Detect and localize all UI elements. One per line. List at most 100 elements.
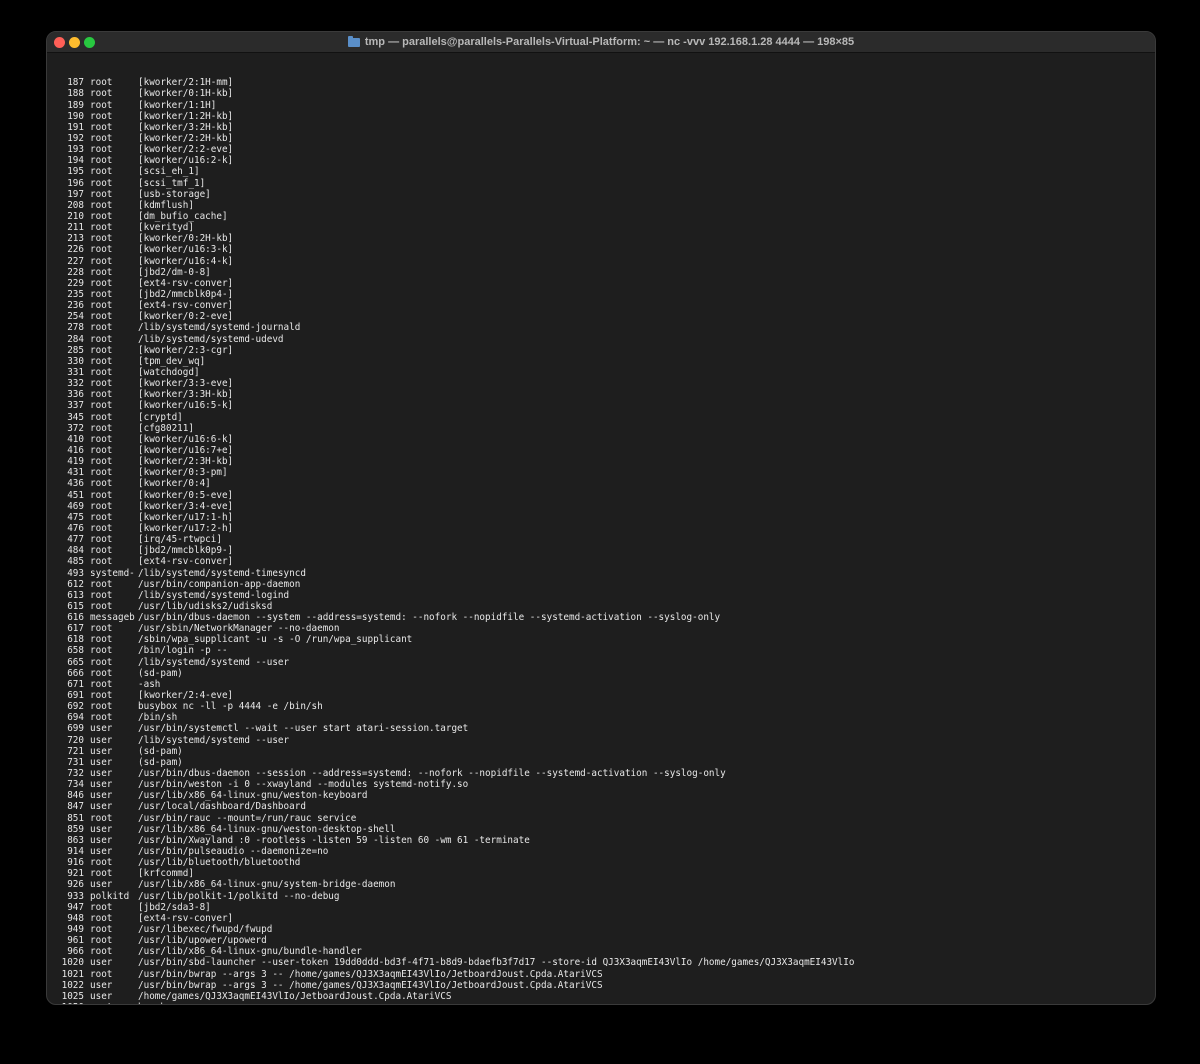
process-user: root xyxy=(90,634,113,646)
process-row: 431 root [kworker/0:3-pm] xyxy=(56,467,1147,478)
process-row: 484 root [jbd2/mmcblk0p9-] xyxy=(56,545,1147,556)
process-pid: 914 xyxy=(67,846,84,858)
process-command: /usr/lib/x86_64-linux-gnu/system-bridge-… xyxy=(138,879,396,891)
process-user: root xyxy=(90,678,113,690)
process-row: 476 root [kworker/u17:2-h] xyxy=(56,523,1147,534)
process-pid: 188 xyxy=(67,88,84,100)
process-user: root xyxy=(90,333,113,345)
process-row: 665 root/lib/systemd/systemd --user xyxy=(56,657,1147,668)
process-command: [kworker/2:3H-kb] xyxy=(138,456,234,468)
process-command: (sd-pam) xyxy=(138,745,183,757)
process-command: [ext4-rsv-conver] xyxy=(138,912,234,924)
process-command: [kworker/0:2H-kb] xyxy=(138,233,234,245)
process-user: user xyxy=(90,823,113,835)
process-pid: 254 xyxy=(67,311,84,323)
process-pid: 948 xyxy=(67,912,84,924)
process-user: user xyxy=(90,723,113,735)
process-command: [jbd2/mmcblk0p9-] xyxy=(138,545,234,557)
process-row: 961 root/usr/lib/upower/upowerd xyxy=(56,935,1147,946)
process-user: systemd- xyxy=(90,567,135,579)
process-command: /usr/lib/x86_64-linux-gnu/weston-keyboar… xyxy=(138,790,368,802)
process-command: (sd-pam) xyxy=(138,667,183,679)
process-user: root xyxy=(90,255,113,267)
process-row: 916 root/usr/lib/bluetooth/bluetoothd xyxy=(56,857,1147,868)
process-row: 419 root [kworker/2:3H-kb] xyxy=(56,456,1147,467)
process-row: 1020 user/usr/bin/sbd-launcher --user-tok… xyxy=(56,957,1147,968)
process-pid: 493 xyxy=(67,567,84,579)
process-command: [ext4-rsv-conver] xyxy=(138,277,234,289)
process-command: [kworker/0:1H-kb] xyxy=(138,88,234,100)
process-row: 1050rootbusybox ps xyxy=(56,1002,1147,1004)
process-row: 694 root/bin/sh xyxy=(56,712,1147,723)
title-bar[interactable]: tmp — parallels@parallels-Parallels-Virt… xyxy=(47,32,1155,53)
process-row: 732 user/usr/bin/dbus-daemon --session --… xyxy=(56,768,1147,779)
process-user: root xyxy=(90,701,113,713)
process-row: 926 user/usr/lib/x86_64-linux-gnu/system-… xyxy=(56,879,1147,890)
process-pid: 285 xyxy=(67,344,84,356)
process-user: user xyxy=(90,756,113,768)
process-command: /usr/bin/Xwayland :0 -rootless -listen 5… xyxy=(138,834,530,846)
process-pid: 671 xyxy=(67,678,84,690)
process-user: root xyxy=(90,545,113,557)
process-row: 612 root/usr/bin/companion-app-daemon xyxy=(56,579,1147,590)
terminal-output[interactable]: 187 root [kworker/2:1H-mm] 188 root [kworker/… xyxy=(56,55,1147,1004)
process-user: user xyxy=(90,846,113,858)
process-row: 188 root [kworker/0:1H-kb] xyxy=(56,88,1147,99)
process-row: 254 root [kworker/0:2-eve] xyxy=(56,311,1147,322)
process-row: 477 root [irq/45-rtwpci] xyxy=(56,534,1147,545)
process-command: busybox ps xyxy=(138,1002,194,1004)
process-command: [kworker/0:2-eve] xyxy=(138,311,234,323)
process-pid: 372 xyxy=(67,422,84,434)
process-row: 372 root [cfg80211] xyxy=(56,423,1147,434)
process-user: root xyxy=(90,288,113,300)
process-user: user xyxy=(90,879,113,891)
process-command: /bin/login -p -- xyxy=(138,645,228,657)
process-pid: 226 xyxy=(67,244,84,256)
process-row: 235 root [jbd2/mmcblk0p4-] xyxy=(56,289,1147,300)
process-command: /usr/bin/dbus-daemon --system --address=… xyxy=(138,612,721,624)
process-pid: 734 xyxy=(67,779,84,791)
process-user: root xyxy=(90,121,113,133)
process-pid: 692 xyxy=(67,701,84,713)
process-row: 859 user/usr/lib/x86_64-linux-gnu/weston-… xyxy=(56,824,1147,835)
process-user: root xyxy=(90,667,113,679)
process-row: 658 root/bin/login -p -- xyxy=(56,645,1147,656)
process-command: [kworker/3:2H-kb] xyxy=(138,121,234,133)
process-user: root xyxy=(90,968,113,980)
process-row: 1021 root/usr/bin/bwrap --args 3 -- /home… xyxy=(56,969,1147,980)
process-command: [kworker/u16:3-k] xyxy=(138,244,234,256)
process-command: [kworker/2:2H-kb] xyxy=(138,133,234,145)
process-command: /usr/bin/bwrap --args 3 -- /home/games/Q… xyxy=(138,979,603,991)
process-user: user xyxy=(90,834,113,846)
title-container: tmp — parallels@parallels-Parallels-Virt… xyxy=(47,32,1155,52)
process-user: root xyxy=(90,500,113,512)
process-user: root xyxy=(90,177,113,189)
process-user: root xyxy=(90,355,113,367)
process-command: /usr/lib/bluetooth/bluetoothd xyxy=(138,857,301,869)
process-pid: 1022 xyxy=(61,979,84,991)
process-command: [jbd2/dm-0-8] xyxy=(138,266,211,278)
process-user: root xyxy=(90,456,113,468)
process-command: [kdmflush] xyxy=(138,199,194,211)
process-pid: 190 xyxy=(67,110,84,122)
process-command: [cfg80211] xyxy=(138,422,194,434)
process-command: [kworker/u17:2-h] xyxy=(138,522,234,534)
process-row: 485 root [ext4-rsv-conver] xyxy=(56,556,1147,567)
process-user: root xyxy=(90,77,113,89)
process-pid: 193 xyxy=(67,144,84,156)
process-command: [watchdogd] xyxy=(138,366,200,378)
process-pid: 189 xyxy=(67,99,84,111)
process-user: root xyxy=(90,199,113,211)
process-user: polkitd xyxy=(90,890,130,902)
process-command: /usr/bin/dbus-daemon --session --address… xyxy=(138,768,726,780)
process-user: root xyxy=(90,623,113,635)
process-command: [kverityd] xyxy=(138,222,194,234)
process-row: 863 user/usr/bin/Xwayland :0 -rootless -l… xyxy=(56,835,1147,846)
process-row: 208 root [kdmflush] xyxy=(56,200,1147,211)
process-row: 193 root [kworker/2:2-eve] xyxy=(56,144,1147,155)
process-command: /usr/sbin/NetworkManager --no-daemon xyxy=(138,623,340,635)
process-user: root xyxy=(90,133,113,145)
process-command: /usr/bin/bwrap --args 3 -- /home/games/Q… xyxy=(138,968,603,980)
process-row: 618 root/sbin/wpa_supplicant -u -s -O /ru… xyxy=(56,634,1147,645)
process-row: 851 root/usr/bin/rauc --mount=/run/rauc s… xyxy=(56,813,1147,824)
